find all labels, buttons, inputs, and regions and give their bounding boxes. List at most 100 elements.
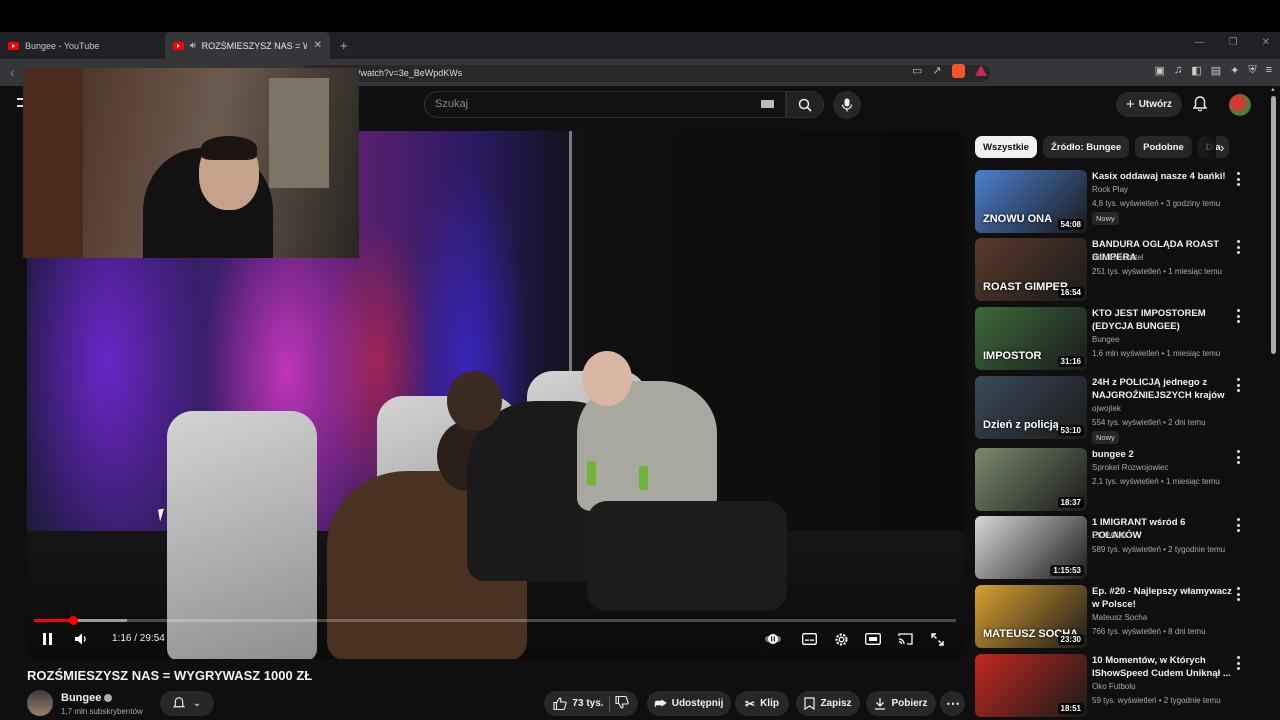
video-thumbnail[interactable]: ZNOWU ONA 54:08 [975,170,1087,233]
recommendation-channel[interactable]: Mateusz Socha [1092,613,1147,622]
notifications-button[interactable] [1192,96,1208,117]
recommendation-channel[interactable]: Sproket Rozwojowiec [1092,463,1168,472]
recommendation-title[interactable]: bungee 2 [1092,448,1232,461]
video-thumbnail[interactable]: MATEUSZ SOCHA 23:30 [975,585,1087,648]
recommendation-item[interactable]: 1:15:53 1 IMIGRANT wśród 6 POLAKÓW EKIPA W… [975,516,1265,580]
recommendation-channel[interactable]: EKIPA WK [1092,531,1130,540]
dislike-button[interactable] [615,695,629,712]
more-vertical-icon[interactable] [1233,378,1243,392]
scrubber-handle[interactable] [69,616,78,625]
channel-name[interactable]: Bungee [61,692,113,704]
chip-related[interactable]: Podobne [1135,136,1192,158]
back-arrow-icon[interactable]: ‹ [10,64,15,80]
account-avatar[interactable] [1229,94,1251,116]
page-scrollbar[interactable] [1271,96,1276,354]
save-button[interactable]: Zapisz [796,691,860,716]
leo-ai-icon[interactable]: ✦ [1230,64,1239,77]
more-actions-button[interactable]: ⋯ [940,691,965,716]
cast-button[interactable] [897,631,913,647]
recommendation-title[interactable]: 24H z POLICJĄ jednego z NAJGROŹNIEJSZYCH… [1092,376,1232,402]
tab-bungee[interactable]: Bungee - YouTube [0,32,165,59]
brave-rewards-icon[interactable] [974,65,987,76]
recommendation-item[interactable]: 18:37 bungee 2 Sproket Rozwojowiec 2,1 tys.… [975,448,1265,512]
share-icon: ⮫ [654,695,667,711]
search-input[interactable]: Szukaj [424,91,786,118]
recommendation-item[interactable]: ZNOWU ONA 54:08 Kasix oddawaj nasze 4 bańk… [975,170,1265,234]
fullscreen-button[interactable] [929,631,945,647]
menu-icon[interactable]: ≡ [1266,64,1272,77]
tab-search-icon[interactable]: ▣ [1155,64,1165,77]
recommendation-channel[interactable]: Bungee [1092,335,1120,344]
share-button[interactable]: ⮫ Udostępnij [647,691,731,716]
more-vertical-icon[interactable] [1233,240,1243,254]
close-tab-icon[interactable]: ✕ [314,40,322,51]
subtitles-button[interactable] [801,631,817,647]
recommendation-channel[interactable]: BanduraCartel [1092,253,1144,262]
close-window-button[interactable]: ✕ [1262,37,1270,48]
create-button[interactable]: + Utwórz [1116,92,1182,117]
more-vertical-icon[interactable] [1233,450,1243,464]
recommendation-channel[interactable]: ojwojtek [1092,404,1121,413]
more-vertical-icon[interactable] [1233,656,1243,670]
thumbnail-caption: ROAST GIMPER [983,281,1068,293]
channel-avatar[interactable] [27,690,53,716]
recommendation-item[interactable]: IMPOSTOR 31:16 KTO JEST IMPOSTOREM (EDYCJA… [975,307,1265,371]
chip-from-bungee[interactable]: Źródło: Bungee [1042,136,1130,158]
recommendation-title[interactable]: Ep. #20 - Najlepszy włamywacz w Polsce! [1092,585,1232,611]
scroll-up-arrow-icon[interactable]: ▲ [1270,87,1276,93]
video-thumbnail[interactable]: ROAST GIMPER 16:54 [975,238,1087,301]
share-page-icon[interactable]: ↗ [932,64,941,78]
like-button[interactable]: 73 tys. [553,697,604,710]
clip-button[interactable]: ✂ Klip [735,691,789,716]
person-head [447,371,502,431]
chevron-right-icon[interactable]: › [1220,140,1224,155]
video-thumbnail[interactable]: 18:37 [975,448,1087,511]
download-icon [875,698,886,710]
cast-icon [897,633,913,645]
progress-bar[interactable] [34,619,956,622]
media-icon[interactable]: ♫ [1174,64,1182,77]
recommendation-title[interactable]: KTO JEST IMPOSTOREM (EDYCJA BUNGEE) [1092,307,1232,333]
recommendation-item[interactable]: Dzień z policją 53:10 24H z POLICJĄ jedneg… [975,376,1265,444]
minimize-button[interactable]: — [1195,37,1205,48]
theater-mode-button[interactable] [865,631,881,647]
speaker-icon[interactable]: 🔊︎ [190,40,196,51]
screen-icon[interactable]: ▭ [912,64,922,78]
recommendation-channel[interactable]: Oko Futbolu [1092,682,1136,691]
volume-button[interactable] [75,633,89,648]
pause-button[interactable] [42,633,53,648]
vpn-icon[interactable]: ⛨ [1248,64,1256,77]
video-thumbnail[interactable]: Dzień z policją 53:10 [975,376,1087,439]
video-thumbnail[interactable]: 18:51 [975,654,1087,717]
chip-all[interactable]: Wszystkie [975,136,1037,158]
keyboard-icon[interactable] [761,100,774,108]
voice-search-button[interactable] [833,91,861,119]
tab-video[interactable]: 🔊︎ ROZŚMIESZYSZ NAS = WYGR ✕ [165,32,330,59]
recommendation-title[interactable]: Kasix oddawaj nasze 4 bańki! [1092,170,1232,183]
search-button[interactable] [786,91,824,118]
subscription-bell-button[interactable]: ⌄ [160,691,214,716]
video-thumbnail[interactable]: 1:15:53 [975,516,1087,579]
more-vertical-icon[interactable] [1233,587,1243,601]
more-vertical-icon[interactable] [1233,518,1243,532]
download-button[interactable]: Pobierz [866,691,936,716]
channel-name-text: Bungee [61,692,102,704]
settings-button[interactable] [833,631,849,647]
recommendation-item[interactable]: MATEUSZ SOCHA 23:30 Ep. #20 - Najlepszy wł… [975,585,1265,649]
new-tab-button[interactable]: + [340,38,348,53]
more-vertical-icon[interactable] [1233,172,1243,186]
brave-shields-icon[interactable] [951,64,965,78]
maximize-button[interactable]: ❐ [1229,37,1238,48]
video-thumbnail[interactable]: IMPOSTOR 31:16 [975,307,1087,370]
sidebar-icon[interactable]: ◧ [1191,64,1201,77]
recommendation-item[interactable]: 18:51 10 Momentów, w Których IShowSpeed C… [975,654,1265,718]
search-placeholder: Szukaj [435,98,469,110]
recommendation-item[interactable]: ROAST GIMPER 16:54 BANDURA OGLĄDA ROAST GI… [975,238,1265,302]
recommendation-channel[interactable]: Rock Play [1092,185,1128,194]
url-field[interactable]: /watch?v=3e_BeWpdKWs [300,65,990,82]
wallet-icon[interactable]: ▤ [1211,64,1221,77]
recommendation-meta: 2,1 tys. wyświetleń • 1 miesiąc temu [1092,477,1220,486]
autoplay-toggle[interactable] [765,631,781,647]
recommendation-title[interactable]: 10 Momentów, w Których IShowSpeed Cudem … [1092,654,1232,680]
more-vertical-icon[interactable] [1233,309,1243,323]
